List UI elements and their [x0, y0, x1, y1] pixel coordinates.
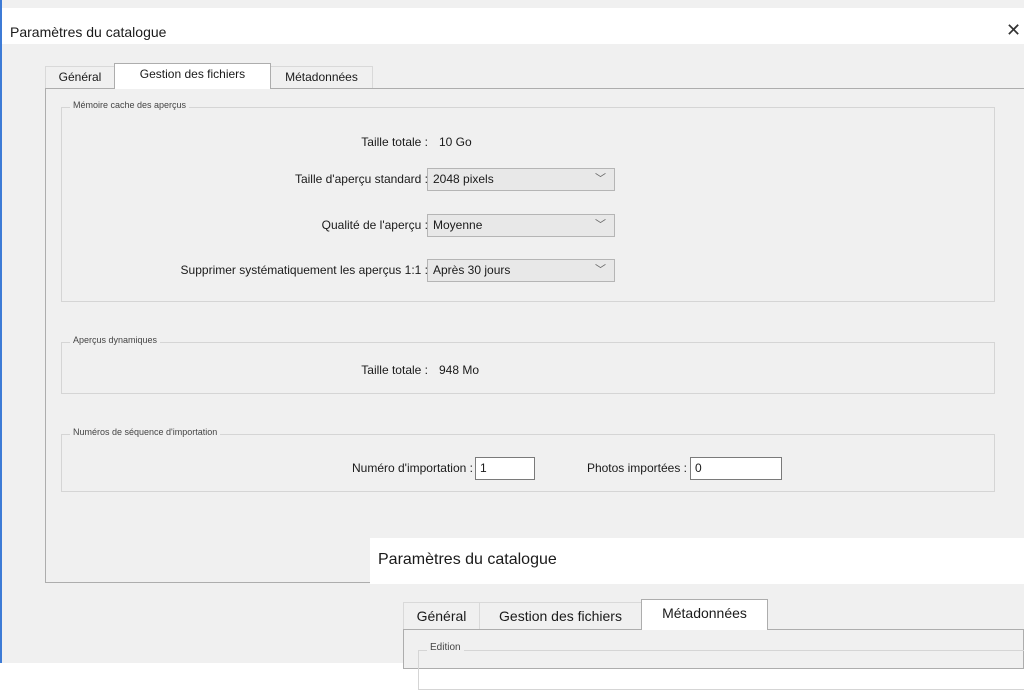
discard-previews-value: Après 30 jours	[433, 263, 511, 277]
dialog2-title-bar: Paramètres du catalogue	[370, 538, 1024, 584]
chevron-down-icon: ﹀	[595, 264, 606, 276]
tab2-metadata[interactable]: Métadonnées	[641, 599, 768, 630]
tab2-panel-metadata: Edition	[403, 629, 1024, 690]
standard-preview-size-value: 2048 pixels	[433, 172, 494, 186]
photos-imported-input[interactable]: 0	[690, 457, 782, 480]
chevron-down-icon: ﹀	[595, 173, 606, 185]
edition-group-title: Edition	[427, 642, 464, 653]
preview-quality-select[interactable]: Moyenne ﹀	[427, 214, 615, 237]
smart-previews-group-title: Aperçus dynamiques	[70, 335, 161, 345]
tab-metadata[interactable]: Métadonnées	[270, 66, 373, 89]
import-number-input[interactable]: 1	[475, 457, 535, 480]
tab-panel-file-handling: Mémoire cache des aperçus Taille totale …	[45, 88, 1024, 583]
dialog-title: Paramètres du catalogue	[10, 24, 167, 40]
discard-previews-label: Supprimer systématiquement les aperçus 1…	[180, 263, 428, 277]
smart-previews-total-size-value: 948 Mo	[439, 363, 480, 377]
total-size-label: Taille totale :	[361, 135, 428, 149]
edition-group: Edition	[418, 642, 1024, 690]
preview-quality-label: Qualité de l'aperçu :	[321, 218, 428, 232]
total-size-value: 10 Go	[439, 135, 472, 149]
preview-cache-group-title: Mémoire cache des aperçus	[70, 100, 190, 110]
preview-quality-value: Moyenne	[433, 218, 483, 232]
photos-imported-label: Photos importées :	[586, 461, 687, 475]
standard-preview-size-label: Taille d'aperçu standard :	[294, 172, 428, 186]
preview-cache-group: Mémoire cache des aperçus Taille totale …	[61, 100, 995, 302]
import-sequence-group-title: Numéros de séquence d'importation	[70, 427, 221, 437]
tab2-file-handling[interactable]: Gestion des fichiers	[479, 602, 642, 630]
standard-preview-size-select[interactable]: 2048 pixels ﹀	[427, 168, 615, 191]
tab-file-handling[interactable]: Gestion des fichiers	[114, 63, 271, 89]
import-sequence-group: Numéros de séquence d'importation Numéro…	[61, 427, 995, 492]
discard-previews-select[interactable]: Après 30 jours ﹀	[427, 259, 615, 282]
smart-previews-group: Aperçus dynamiques Taille totale : 948 M…	[61, 335, 995, 394]
import-number-label: Numéro d'importation :	[351, 461, 473, 475]
dialog-title-bar: Paramètres du catalogue ✕	[2, 8, 1024, 44]
close-icon[interactable]: ✕	[1006, 20, 1021, 41]
dialog2-title: Paramètres du catalogue	[378, 551, 557, 568]
tab-general[interactable]: Général	[45, 66, 115, 89]
chevron-down-icon: ﹀	[595, 219, 606, 231]
catalog-settings-dialog-metadata: Paramètres du catalogue Général Gestion …	[370, 538, 1024, 690]
smart-previews-total-size-label: Taille totale :	[361, 363, 428, 377]
tab2-general[interactable]: Général	[403, 602, 480, 630]
